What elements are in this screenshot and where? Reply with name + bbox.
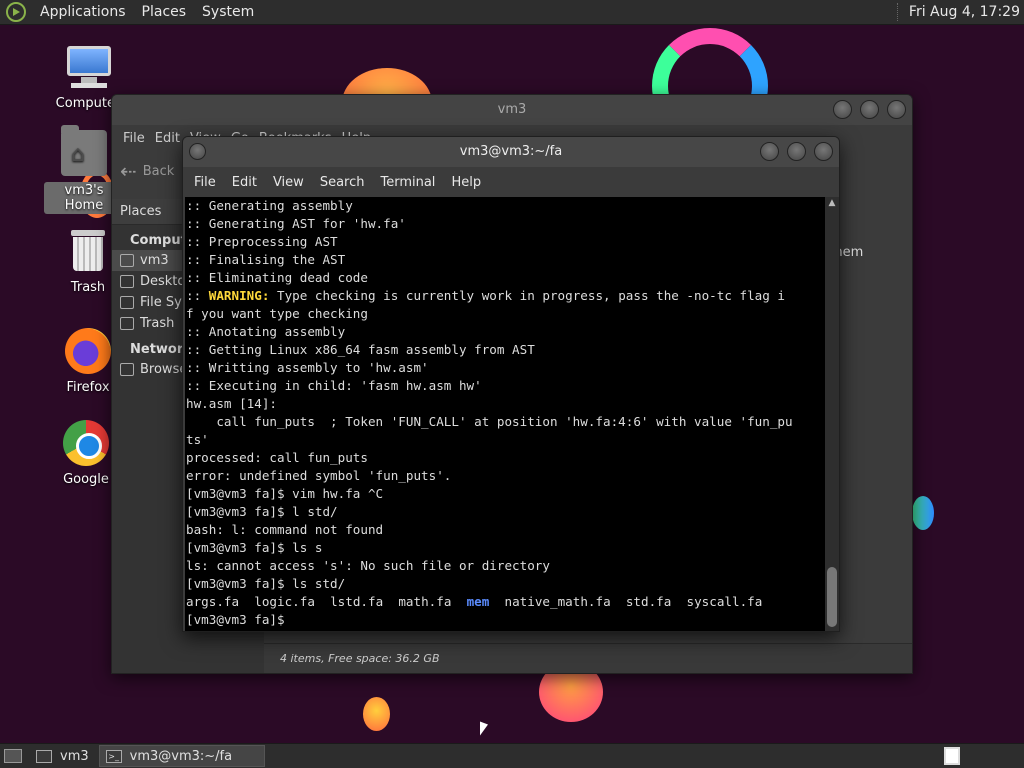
trash-icon <box>65 228 111 274</box>
menu-search[interactable]: Search <box>314 175 371 190</box>
bottom-panel: vm3 >_ vm3@vm3:~/fa <box>0 743 1024 768</box>
directory-entry: mem <box>466 594 490 609</box>
mouse-pointer-icon <box>480 721 488 739</box>
terminal-window[interactable]: vm3@vm3:~/fa File Edit View Search Termi… <box>182 136 840 632</box>
desktop-icon-label: Firefox <box>66 380 110 395</box>
terminal-icon: >_ <box>105 749 122 763</box>
workspace-switcher[interactable] <box>944 747 960 765</box>
trash-icon <box>120 317 134 330</box>
home-icon <box>120 254 134 267</box>
menu-view[interactable]: View <box>267 175 310 190</box>
chrome-icon <box>63 420 109 466</box>
terminal-line: :: Anotating assembly <box>186 324 346 339</box>
terminal-line: :: Executing in child: 'fasm hw.asm hw' <box>186 378 482 393</box>
home-folder-icon: ⌂ <box>61 125 107 176</box>
terminal-line: :: Getting Linux x86_64 fasm assembly fr… <box>186 342 535 357</box>
desktop-icon <box>120 275 134 288</box>
terminal-scrollbar[interactable]: ▲ <box>825 197 839 631</box>
terminal-line: f you want type checking <box>186 306 368 321</box>
menu-edit[interactable]: Edit <box>226 175 263 190</box>
back-arrow-icon[interactable]: ⇠ <box>120 159 137 183</box>
terminal-line: [vm3@vm3 fa]$ l std/ <box>186 504 338 519</box>
applications-menu[interactable]: Applications <box>32 4 134 20</box>
terminal-line: ts' <box>186 432 209 447</box>
close-button[interactable] <box>814 142 833 161</box>
file-manager-titlebar[interactable]: vm3 <box>112 95 912 125</box>
terminal-prompt[interactable]: [vm3@vm3 fa]$ <box>186 611 827 629</box>
panel-separator <box>896 3 901 21</box>
close-button[interactable] <box>887 100 906 119</box>
terminal-output[interactable]: :: Generating assembly :: Generating AST… <box>185 197 827 631</box>
menu-help[interactable]: Help <box>445 175 487 190</box>
places-menu[interactable]: Places <box>134 4 195 20</box>
firefox-icon <box>65 328 111 374</box>
window-title: vm3 <box>497 102 527 117</box>
terminal-line: hw.asm [14]: <box>186 396 277 411</box>
terminal-titlebar[interactable]: vm3@vm3:~/fa <box>183 137 839 167</box>
terminal-line: error: undefined symbol 'fun_puts'. <box>186 468 452 483</box>
terminal-line: ls: cannot access 's': No such file or d… <box>186 558 550 573</box>
show-desktop-icon[interactable] <box>4 749 22 763</box>
top-panel: Applications Places System Fri Aug 4, 17… <box>0 0 1024 25</box>
terminal-line: processed: call fun_puts <box>186 450 368 465</box>
menu-file[interactable]: File <box>118 131 150 146</box>
terminal-line: [vm3@vm3 fa]$ vim hw.fa ^C <box>186 486 384 501</box>
distro-logo-icon[interactable] <box>6 2 26 22</box>
terminal-line: [vm3@vm3 fa]$ ls s <box>186 540 323 555</box>
network-icon <box>120 363 134 376</box>
taskbar-item-file-manager[interactable]: vm3 <box>30 745 97 767</box>
computer-icon <box>65 44 111 90</box>
desktop-icon-label: Trash <box>70 280 106 295</box>
terminal-line: :: Generating AST for 'hw.fa' <box>186 216 406 231</box>
scroll-up-icon[interactable]: ▲ <box>825 197 839 209</box>
terminal-warning-line: :: WARNING: Type checking is currently w… <box>186 288 786 303</box>
terminal-line: :: Preprocessing AST <box>186 234 338 249</box>
scrollbar-thumb[interactable] <box>827 567 837 627</box>
back-button[interactable]: Back <box>143 164 175 179</box>
terminal-menubar: File Edit View Search Terminal Help <box>183 167 839 197</box>
minimize-button[interactable] <box>833 100 852 119</box>
terminal-line: call fun_puts ; Token 'FUN_CALL' at posi… <box>186 414 793 429</box>
ls-output-line: args.fa logic.fa lstd.fa math.fa mem nat… <box>186 594 763 609</box>
terminal-line: :: Generating assembly <box>186 198 353 213</box>
minimize-button[interactable] <box>760 142 779 161</box>
terminal-line: bash: l: command not found <box>186 522 384 537</box>
status-bar: 4 items, Free space: 36.2 GB <box>264 643 912 673</box>
drive-icon <box>120 296 134 309</box>
terminal-line: :: Writting assembly to 'hw.asm' <box>186 360 429 375</box>
terminal-line: [vm3@vm3 fa]$ ls std/ <box>186 576 346 591</box>
window-menu-button[interactable] <box>189 143 206 160</box>
menu-terminal[interactable]: Terminal <box>374 175 441 190</box>
window-title: vm3@vm3:~/fa <box>459 144 563 159</box>
menu-file[interactable]: File <box>188 175 222 190</box>
menu-edit[interactable]: Edit <box>150 131 185 146</box>
desktop-icon-label: Google <box>63 472 109 487</box>
clock[interactable]: Fri Aug 4, 17:29 <box>909 4 1024 20</box>
system-menu[interactable]: System <box>194 4 262 20</box>
maximize-button[interactable] <box>787 142 806 161</box>
terminal-line: :: Eliminating dead code <box>186 270 368 285</box>
wallpaper-shape <box>363 697 390 731</box>
maximize-button[interactable] <box>860 100 879 119</box>
wallpaper-shape <box>912 496 934 530</box>
warning-label: WARNING: <box>208 288 270 303</box>
folder-icon <box>36 749 52 763</box>
taskbar-item-terminal[interactable]: >_ vm3@vm3:~/fa <box>98 745 265 767</box>
terminal-line: :: Finalising the AST <box>186 252 346 267</box>
